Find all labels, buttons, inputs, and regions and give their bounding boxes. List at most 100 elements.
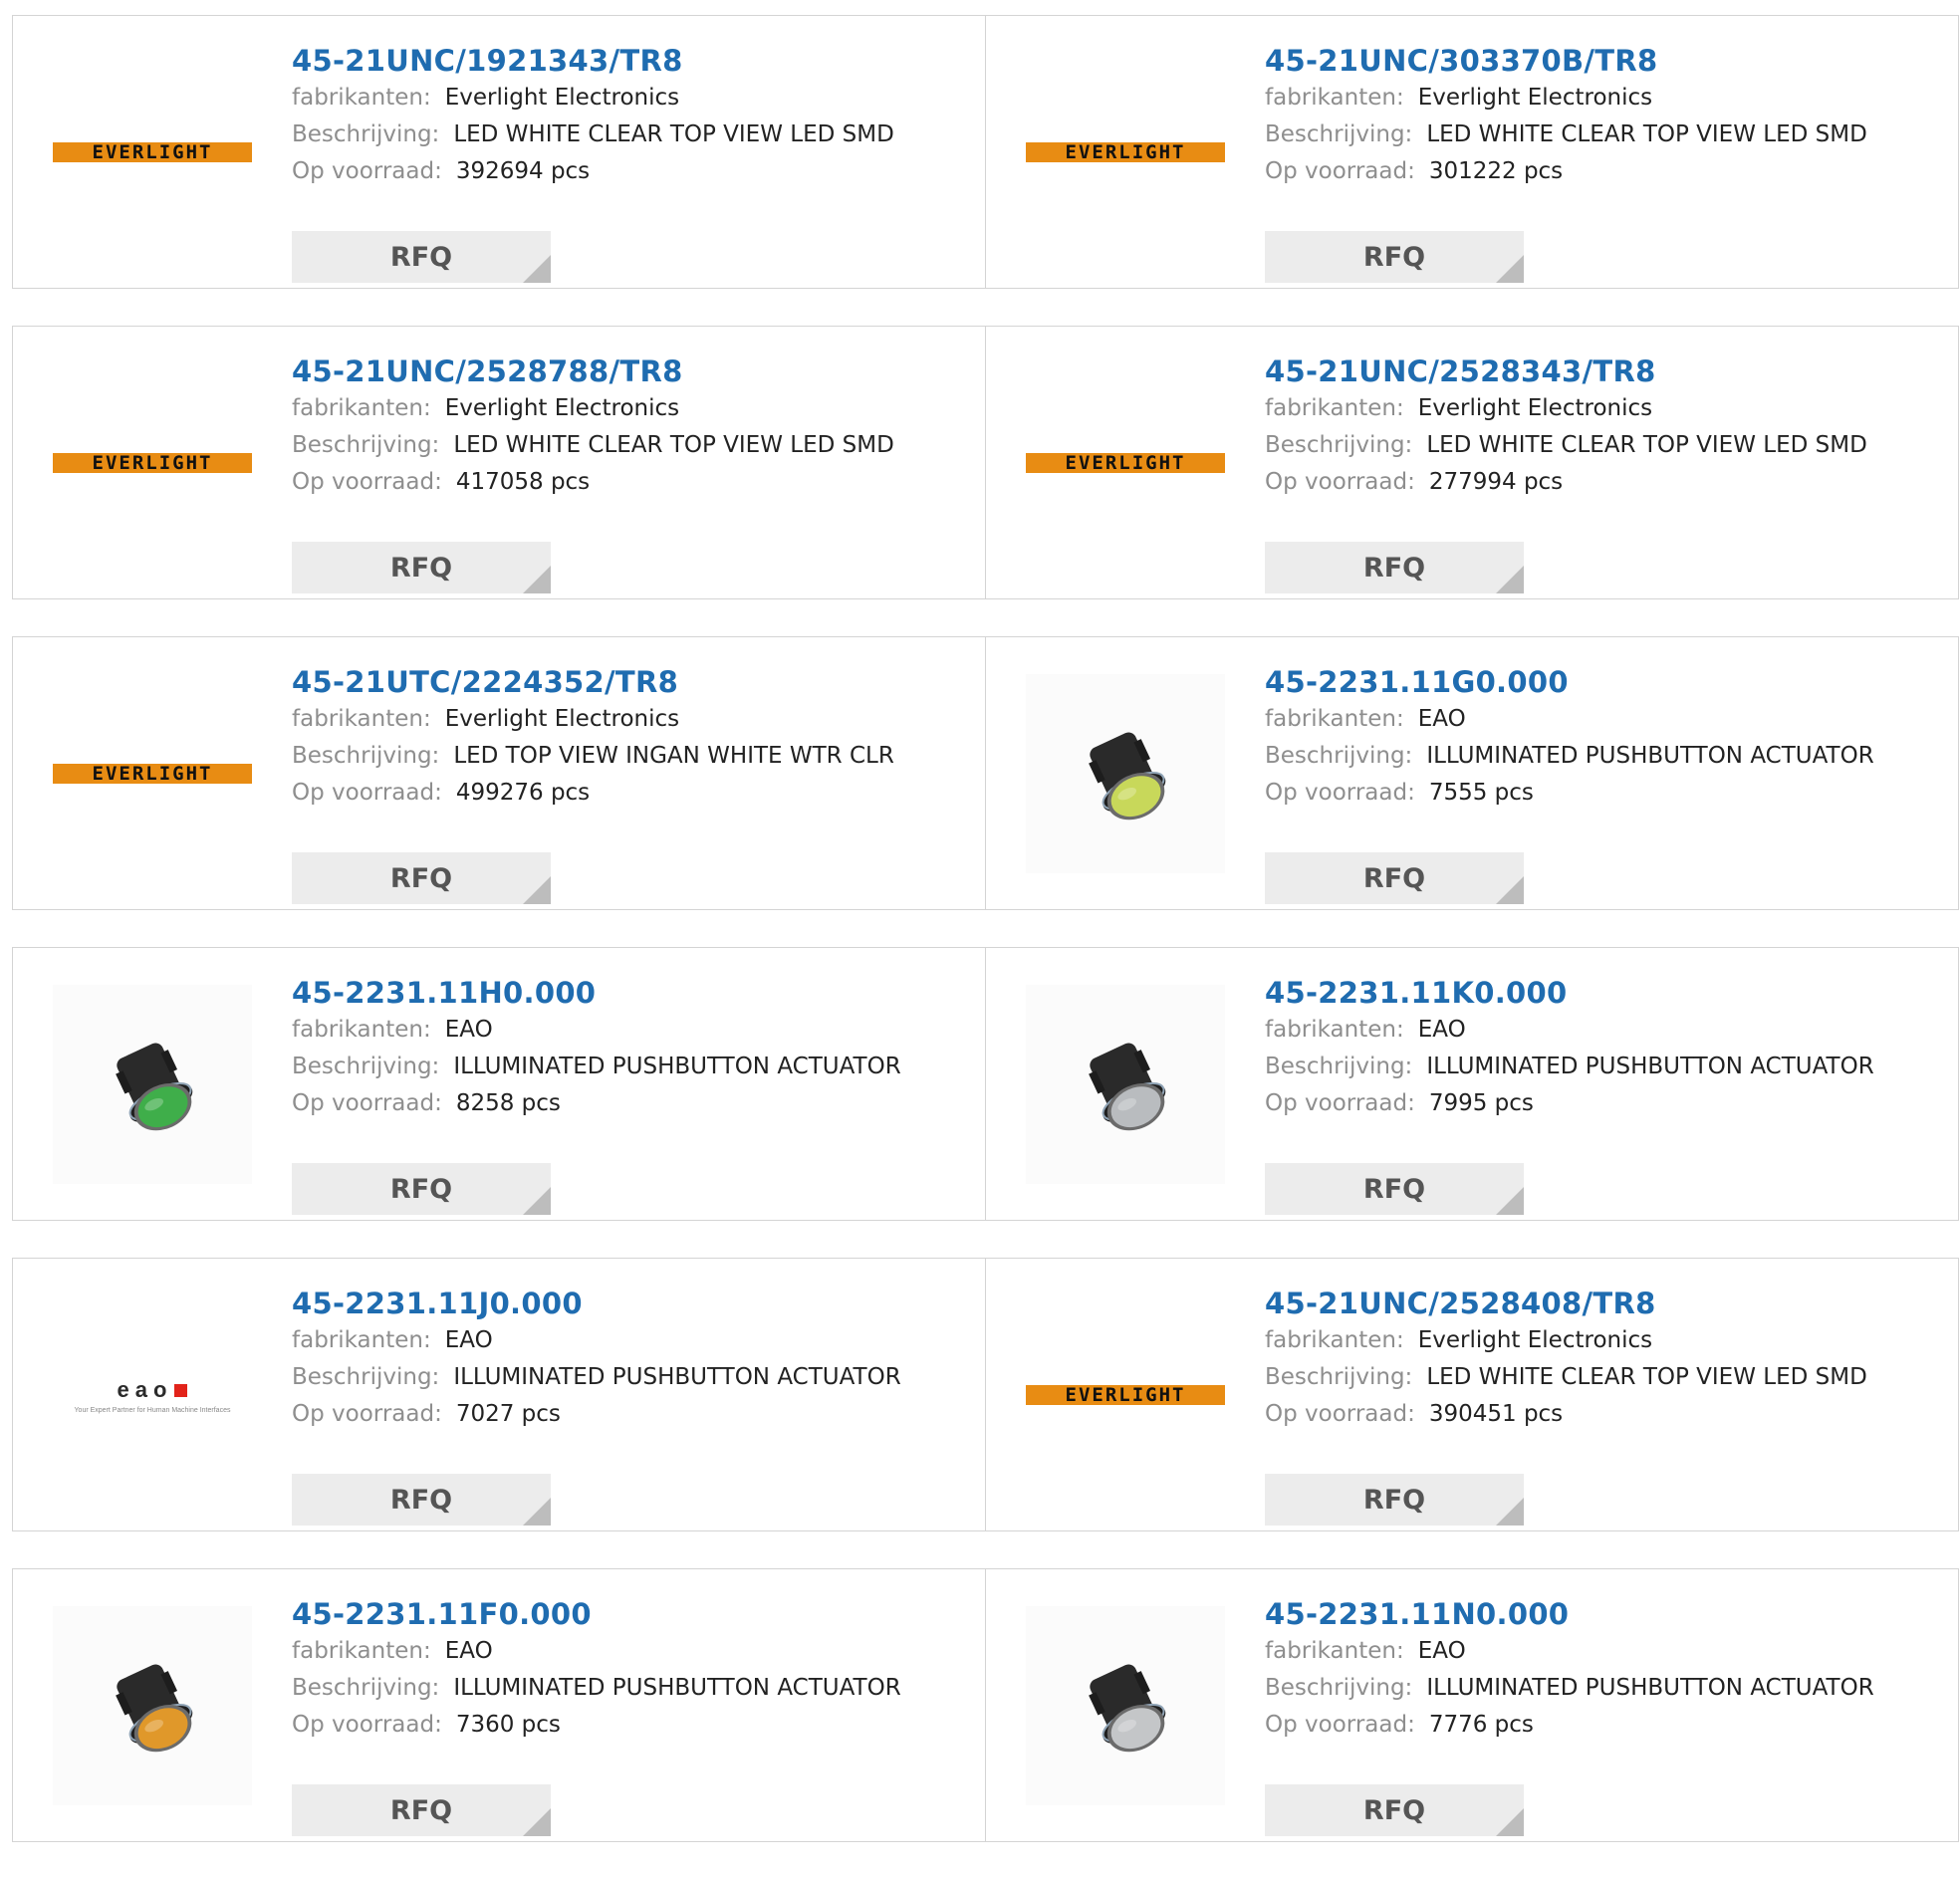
description-row: Beschrijving: LED WHITE CLEAR TOP VIEW LE… <box>1265 117 1948 153</box>
rfq-button[interactable]: RFQ <box>1265 231 1524 283</box>
product-image[interactable]: EVERLIGHT <box>1026 53 1225 252</box>
description-label: Beschrijving: <box>1265 1054 1413 1079</box>
rfq-button[interactable]: RFQ <box>292 1784 551 1836</box>
rfq-button[interactable]: RFQ <box>1265 1474 1524 1526</box>
description-row: Beschrijving: ILLUMINATED PUSHBUTTON ACTU… <box>292 1670 975 1707</box>
product-image[interactable] <box>1026 985 1225 1184</box>
part-number-link[interactable]: 45-2231.11N0.000 <box>1265 1597 1948 1633</box>
stock-row: Op voorraad: 7995 pcs <box>1265 1085 1948 1122</box>
pushbutton-photo <box>1026 985 1225 1184</box>
stock-label: Op voorraad: <box>1265 469 1415 495</box>
manufacturer-row: fabrikanten: EAO <box>292 1322 975 1359</box>
description-row: Beschrijving: LED WHITE CLEAR TOP VIEW LE… <box>1265 427 1948 464</box>
part-number-link[interactable]: 45-21UNC/303370B/TR8 <box>1265 44 1948 80</box>
product-image[interactable]: eao Your Expert Partner for Human Machine… <box>53 1295 252 1495</box>
description-value: ILLUMINATED PUSHBUTTON ACTUATOR <box>1426 1675 1874 1701</box>
part-number-link[interactable]: 45-2231.11K0.000 <box>1265 976 1948 1012</box>
description-value: LED WHITE CLEAR TOP VIEW LED SMD <box>1426 121 1867 147</box>
corner-triangle-icon <box>1496 1498 1524 1526</box>
rfq-button[interactable]: RFQ <box>292 542 551 593</box>
everlight-logo: EVERLIGHT <box>1026 453 1225 473</box>
rfq-button[interactable]: RFQ <box>292 852 551 904</box>
rfq-button[interactable]: RFQ <box>1265 852 1524 904</box>
product-info: 45-2231.11J0.000 fabrikanten: EAO Beschrijv… <box>292 1287 975 1526</box>
product-image[interactable]: EVERLIGHT <box>53 53 252 252</box>
rfq-button-label: RFQ <box>1362 241 1426 273</box>
product-image[interactable] <box>1026 1606 1225 1805</box>
description-label: Beschrijving: <box>292 743 440 769</box>
product-info: 45-2231.11G0.000 fabrikanten: EAO Beschrijv… <box>1265 665 1948 904</box>
product-image[interactable] <box>53 985 252 1184</box>
eao-logo-text: eao <box>117 1376 173 1402</box>
manufacturer-row: fabrikanten: EAO <box>292 1012 975 1049</box>
rfq-button[interactable]: RFQ <box>1265 1163 1524 1215</box>
stock-value: 390451 pcs <box>1428 1401 1564 1427</box>
stock-label: Op voorraad: <box>292 1090 442 1116</box>
everlight-logo: EVERLIGHT <box>53 142 252 162</box>
product-info: 45-2231.11K0.000 fabrikanten: EAO Beschrijv… <box>1265 976 1948 1215</box>
manufacturer-row: fabrikanten: Everlight Electronics <box>292 390 975 427</box>
description-label: Beschrijving: <box>1265 1364 1413 1390</box>
manufacturer-label: fabrikanten: <box>1265 706 1404 732</box>
stock-label: Op voorraad: <box>292 1712 442 1738</box>
product-image[interactable]: EVERLIGHT <box>1026 1295 1225 1495</box>
pushbutton-icon <box>1089 1043 1166 1131</box>
product-card: EVERLIGHT 45-21UNC/2528788/TR8 fabrikanten… <box>12 326 986 599</box>
everlight-logo: EVERLIGHT <box>1026 142 1225 162</box>
stock-value: 417058 pcs <box>455 469 591 495</box>
stock-label: Op voorraad: <box>1265 158 1415 184</box>
description-row: Beschrijving: ILLUMINATED PUSHBUTTON ACTU… <box>1265 1670 1948 1707</box>
part-number-link[interactable]: 45-2231.11H0.000 <box>292 976 975 1012</box>
everlight-logo: EVERLIGHT <box>53 453 252 473</box>
corner-triangle-icon <box>523 255 551 283</box>
part-number-link[interactable]: 45-2231.11G0.000 <box>1265 665 1948 701</box>
rfq-button[interactable]: RFQ <box>292 1474 551 1526</box>
product-grid: EVERLIGHT 45-21UNC/1921343/TR8 fabrikanten… <box>12 15 1959 1879</box>
corner-triangle-icon <box>1496 255 1524 283</box>
manufacturer-label: fabrikanten: <box>292 1327 431 1353</box>
product-info: 45-21UNC/2528408/TR8 fabrikanten: Everligh… <box>1265 1287 1948 1526</box>
corner-triangle-icon <box>1496 1187 1524 1215</box>
pushbutton-photo <box>1026 1606 1225 1805</box>
product-row: eao Your Expert Partner for Human Machine… <box>12 1258 1959 1531</box>
rfq-button[interactable]: RFQ <box>292 231 551 283</box>
part-number-link[interactable]: 45-21UNC/2528408/TR8 <box>1265 1287 1948 1322</box>
description-label: Beschrijving: <box>292 1675 440 1701</box>
product-info: 45-2231.11H0.000 fabrikanten: EAO Beschrijv… <box>292 976 975 1215</box>
part-number-link[interactable]: 45-21UTC/2224352/TR8 <box>292 665 975 701</box>
rfq-button[interactable]: RFQ <box>1265 1784 1524 1836</box>
description-value: ILLUMINATED PUSHBUTTON ACTUATOR <box>453 1675 901 1701</box>
description-value: LED WHITE CLEAR TOP VIEW LED SMD <box>453 121 894 147</box>
product-image[interactable]: EVERLIGHT <box>53 674 252 873</box>
rfq-button[interactable]: RFQ <box>1265 542 1524 593</box>
stock-value: 7776 pcs <box>1428 1712 1534 1738</box>
stock-row: Op voorraad: 7360 pcs <box>292 1707 975 1744</box>
product-image[interactable] <box>1026 674 1225 873</box>
product-image[interactable]: EVERLIGHT <box>53 363 252 563</box>
part-number-link[interactable]: 45-21UNC/1921343/TR8 <box>292 44 975 80</box>
stock-value: 7360 pcs <box>455 1712 561 1738</box>
stock-row: Op voorraad: 392694 pcs <box>292 153 975 190</box>
part-number-link[interactable]: 45-2231.11J0.000 <box>292 1287 975 1322</box>
stock-row: Op voorraad: 301222 pcs <box>1265 153 1948 190</box>
stock-row: Op voorraad: 7776 pcs <box>1265 1707 1948 1744</box>
description-value: ILLUMINATED PUSHBUTTON ACTUATOR <box>453 1054 901 1079</box>
manufacturer-row: fabrikanten: Everlight Electronics <box>1265 390 1948 427</box>
part-number-link[interactable]: 45-21UNC/2528343/TR8 <box>1265 354 1948 390</box>
rfq-button-label: RFQ <box>389 1173 453 1205</box>
stock-label: Op voorraad: <box>292 1401 442 1427</box>
rfq-button-label: RFQ <box>1362 1173 1426 1205</box>
rfq-button-label: RFQ <box>389 1484 453 1516</box>
description-row: Beschrijving: LED WHITE CLEAR TOP VIEW LE… <box>292 427 975 464</box>
part-number-link[interactable]: 45-21UNC/2528788/TR8 <box>292 354 975 390</box>
product-image[interactable]: EVERLIGHT <box>1026 363 1225 563</box>
rfq-button[interactable]: RFQ <box>292 1163 551 1215</box>
part-number-link[interactable]: 45-2231.11F0.000 <box>292 1597 975 1633</box>
description-value: LED WHITE CLEAR TOP VIEW LED SMD <box>453 432 894 458</box>
manufacturer-label: fabrikanten: <box>292 706 431 732</box>
manufacturer-label: fabrikanten: <box>292 1638 431 1664</box>
product-image[interactable] <box>53 1606 252 1805</box>
stock-value: 499276 pcs <box>455 780 591 806</box>
stock-value: 7995 pcs <box>1428 1090 1534 1116</box>
rfq-button-label: RFQ <box>1362 862 1426 894</box>
